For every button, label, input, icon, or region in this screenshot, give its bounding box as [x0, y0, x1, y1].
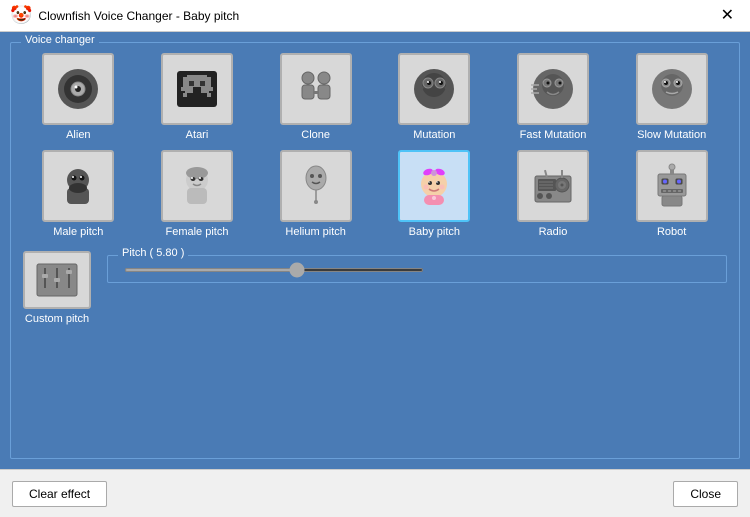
- main-area: Voice changer Alien: [0, 32, 750, 469]
- voice-label-radio: Radio: [539, 226, 568, 239]
- voice-item-male-pitch[interactable]: Male pitch: [23, 150, 134, 239]
- pitch-group-legend: Pitch ( 5.80 ): [118, 247, 188, 259]
- window-title: Clownfish Voice Changer - Baby pitch: [38, 9, 239, 23]
- voice-item-fast-mutation[interactable]: Fast Mutation: [498, 53, 609, 142]
- voice-label-baby-pitch: Baby pitch: [409, 226, 460, 239]
- voice-icon-box-fast-mutation: [517, 53, 589, 125]
- title-bar-left: 🤡 Clownfish Voice Changer - Baby pitch: [10, 5, 239, 26]
- pitch-slider[interactable]: [124, 268, 424, 272]
- voice-changer-group: Voice changer Alien: [10, 42, 740, 459]
- voice-item-clone[interactable]: Clone: [260, 53, 371, 142]
- voice-icon-box-radio: [517, 150, 589, 222]
- voice-item-custom-pitch[interactable]: Custom pitch: [23, 251, 91, 326]
- voice-item-female-pitch[interactable]: Female pitch: [142, 150, 253, 239]
- voice-icons-grid: Alien: [23, 53, 727, 239]
- voice-icon-box-helium-pitch: [280, 150, 352, 222]
- voice-item-atari[interactable]: Atari: [142, 53, 253, 142]
- pitch-group: Pitch ( 5.80 ): [107, 255, 727, 283]
- voice-item-baby-pitch[interactable]: Baby pitch: [379, 150, 490, 239]
- close-window-button[interactable]: ✕: [715, 6, 740, 26]
- voice-label-female-pitch: Female pitch: [166, 226, 229, 239]
- voice-icon-box-atari: [161, 53, 233, 125]
- voice-icon-box-female-pitch: [161, 150, 233, 222]
- title-bar: 🤡 Clownfish Voice Changer - Baby pitch ✕: [0, 0, 750, 32]
- voice-item-helium-pitch[interactable]: Helium pitch: [260, 150, 371, 239]
- voice-label-fast-mutation: Fast Mutation: [520, 129, 587, 142]
- voice-item-mutation[interactable]: Mutation: [379, 53, 490, 142]
- clear-effect-button[interactable]: Clear effect: [12, 481, 107, 507]
- app-icon: 🤡: [10, 5, 32, 26]
- voice-label-helium-pitch: Helium pitch: [285, 226, 346, 239]
- voice-label-robot: Robot: [657, 226, 686, 239]
- voice-label-slow-mutation: Slow Mutation: [637, 129, 706, 142]
- voice-label-atari: Atari: [186, 129, 209, 142]
- custom-pitch-row: Custom pitch Pitch ( 5.80 ): [23, 251, 727, 326]
- voice-icon-box-robot: [636, 150, 708, 222]
- voice-icon-box-slow-mutation: [636, 53, 708, 125]
- voice-icon-box-male-pitch: [42, 150, 114, 222]
- slider-container: [124, 268, 710, 272]
- bottom-bar: Clear effect Close: [0, 469, 750, 517]
- voice-label-mutation: Mutation: [413, 129, 455, 142]
- voice-label-alien: Alien: [66, 129, 90, 142]
- voice-item-slow-mutation[interactable]: Slow Mutation: [616, 53, 727, 142]
- voice-icon-box-clone: [280, 53, 352, 125]
- voice-icon-box-baby-pitch: [398, 150, 470, 222]
- voice-label-clone: Clone: [301, 129, 330, 142]
- voice-icon-box-alien: [42, 53, 114, 125]
- voice-label-male-pitch: Male pitch: [53, 226, 103, 239]
- close-button[interactable]: Close: [673, 481, 738, 507]
- voice-item-robot[interactable]: Robot: [616, 150, 727, 239]
- voice-icon-box-custom-pitch: [23, 251, 91, 309]
- voice-icon-box-mutation: [398, 53, 470, 125]
- voice-label-custom-pitch: Custom pitch: [25, 313, 89, 326]
- voice-item-alien[interactable]: Alien: [23, 53, 134, 142]
- group-box-legend: Voice changer: [21, 34, 99, 46]
- voice-item-radio[interactable]: Radio: [498, 150, 609, 239]
